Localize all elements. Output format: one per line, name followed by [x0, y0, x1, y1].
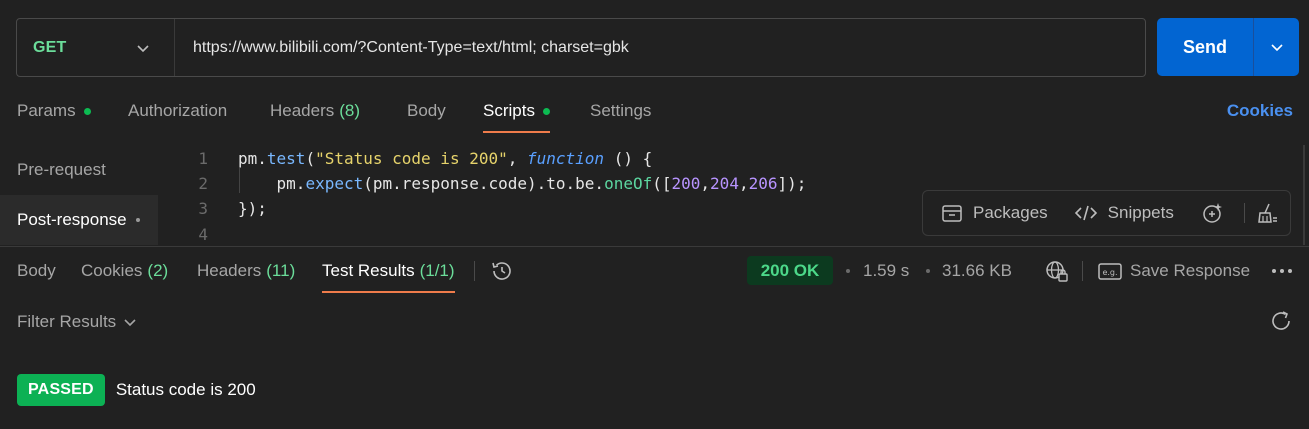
code-line: 4 [158, 222, 238, 246]
tab-headers-label: Headers [270, 101, 335, 120]
response-size[interactable]: 31.66 KB [942, 250, 1012, 292]
pane-divider[interactable] [0, 246, 1309, 247]
package-icon [942, 205, 962, 222]
send-button[interactable]: Send [1157, 18, 1253, 76]
refresh-button[interactable] [1269, 309, 1293, 338]
send-button-group: Send [1157, 18, 1299, 76]
script-tools-bar: Packages Snippets [922, 190, 1291, 236]
editor-scrollbar[interactable] [1303, 145, 1305, 245]
history-button[interactable] [490, 250, 514, 292]
code-line-2: pm.expect(pm.response.code).to.be.oneOf(… [238, 174, 807, 193]
svg-text:e.g.: e.g. [1102, 268, 1117, 277]
cookies-link[interactable]: Cookies [1227, 90, 1293, 132]
passed-badge: PASSED [17, 374, 105, 406]
scripts-indicator-dot [542, 107, 550, 115]
tab-response-body[interactable]: Body [17, 250, 56, 292]
filter-results-label: Filter Results [17, 312, 117, 331]
line-number: 4 [198, 225, 208, 244]
line-number: 2 [198, 174, 208, 193]
response-tabs: Body Cookies (2) Headers (11) Test Resul… [0, 250, 1309, 293]
tab-authorization[interactable]: Authorization [128, 90, 227, 132]
meta-separator-dot [846, 269, 850, 273]
tab-body[interactable]: Body [407, 90, 446, 132]
save-response-label: Save Response [1130, 261, 1251, 280]
ai-assist-button[interactable] [1200, 201, 1234, 225]
request-tabs: Params Authorization Headers (8) Body Sc… [0, 90, 1309, 133]
response-body-label: Body [17, 261, 56, 280]
save-response-button[interactable]: e.g. Save Response [1098, 250, 1250, 292]
filter-results-dropdown[interactable]: Filter Results [17, 308, 137, 336]
response-time[interactable]: 1.59 s [863, 250, 909, 292]
code-line-3: }); [238, 199, 267, 218]
code-line-1: pm.test("Status code is 200", function (… [238, 149, 653, 168]
send-options-button[interactable] [1254, 18, 1299, 76]
tab-settings[interactable]: Settings [590, 90, 651, 132]
pre-request-label: Pre-request [17, 160, 106, 179]
globe-lock-icon [1046, 261, 1068, 282]
meta-separator-dot [926, 269, 930, 273]
active-tab-underline [322, 291, 455, 293]
example-icon: e.g. [1098, 263, 1122, 280]
url-input[interactable]: https://www.bilibili.com/?Content-Type=t… [175, 39, 629, 57]
script-sidebar: Pre-request Post-response [0, 145, 158, 246]
response-cookies-count: (2) [147, 261, 169, 280]
network-info-button[interactable] [1045, 250, 1069, 292]
snippets-button[interactable]: Snippets [1074, 203, 1174, 223]
response-headers-label: Headers [197, 261, 262, 280]
tab-test-results[interactable]: Test Results (1/1) [322, 250, 455, 293]
active-tab-underline [483, 131, 550, 133]
code-brackets-icon [1074, 205, 1097, 221]
meta-divider [1082, 261, 1083, 281]
line-number: 1 [198, 149, 208, 168]
snippets-label: Snippets [1107, 203, 1174, 222]
code-line: 3 }); [158, 196, 267, 221]
test-result-row: PASSED Status code is 200 [17, 374, 256, 406]
tab-body-label: Body [407, 101, 446, 120]
sidebar-item-pre-request[interactable]: Pre-request [0, 145, 158, 195]
chevron-down-icon [124, 319, 136, 327]
more-options-button[interactable] [1271, 250, 1293, 292]
test-results-label: Test Results [322, 261, 415, 280]
test-results-count: (1/1) [419, 261, 455, 280]
tab-response-headers[interactable]: Headers (11) [197, 250, 295, 292]
code-line: 2 pm.expect(pm.response.code).to.be.oneO… [158, 171, 806, 196]
post-response-indicator-dot [135, 218, 140, 222]
postman-request-view: GET https://www.bilibili.com/?Content-Ty… [0, 0, 1309, 429]
chevron-down-icon [1270, 44, 1283, 52]
method-select[interactable]: GET [17, 19, 175, 76]
code-line: 1 pm.test("Status code is 200", function… [158, 146, 652, 171]
more-horizontal-icon [1272, 269, 1292, 273]
tools-divider [1243, 203, 1245, 223]
tab-settings-label: Settings [590, 101, 652, 120]
tab-scripts-label: Scripts [483, 101, 535, 120]
method-label: GET [33, 38, 67, 56]
chevron-down-icon [137, 44, 149, 52]
sidebar-item-post-response[interactable]: Post-response [0, 195, 158, 245]
line-number: 3 [198, 199, 208, 218]
response-cookies-label: Cookies [81, 261, 143, 280]
packages-button[interactable]: Packages [941, 203, 1048, 223]
test-result-name: Status code is 200 [115, 380, 256, 399]
tab-response-cookies[interactable]: Cookies (2) [81, 250, 168, 292]
post-response-label: Post-response [17, 210, 127, 229]
sparkle-icon [1203, 203, 1222, 223]
clean-button[interactable] [1255, 202, 1289, 224]
params-indicator-dot [83, 107, 91, 115]
tabs-divider [474, 261, 475, 281]
tab-headers[interactable]: Headers (8) [270, 90, 360, 132]
tab-scripts[interactable]: Scripts [483, 90, 550, 133]
refresh-icon [1272, 311, 1290, 330]
tab-headers-count: (8) [339, 101, 361, 120]
history-icon [492, 262, 511, 280]
tab-params-label: Params [17, 101, 76, 120]
broom-icon [1258, 203, 1277, 223]
response-headers-count: (11) [266, 261, 296, 280]
tab-params[interactable]: Params [17, 90, 91, 132]
status-badge[interactable]: 200 OK [747, 256, 833, 285]
request-url-bar: GET https://www.bilibili.com/?Content-Ty… [16, 18, 1146, 77]
tab-authorization-label: Authorization [128, 101, 228, 120]
packages-label: Packages [973, 203, 1048, 222]
